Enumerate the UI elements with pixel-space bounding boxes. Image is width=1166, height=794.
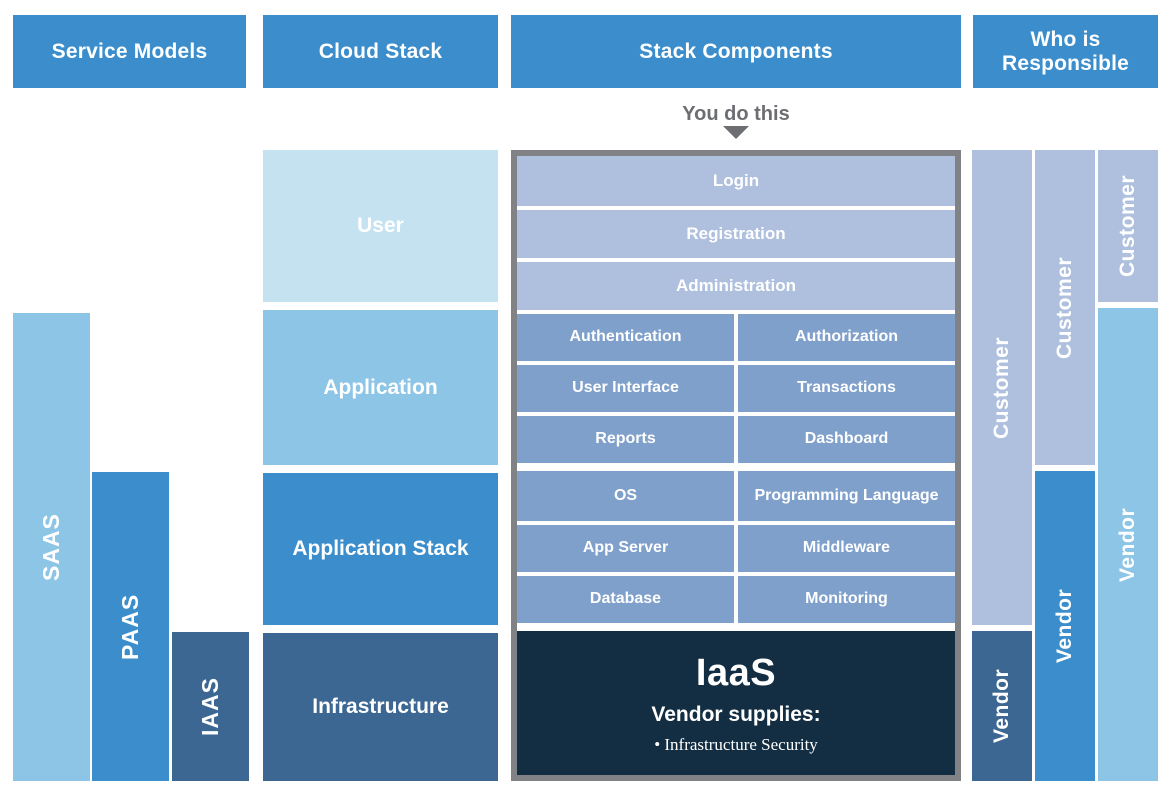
header-stack-components: Stack Components — [511, 15, 961, 88]
stack-component-authorization: Authorization — [738, 314, 955, 361]
responsibility-paas-vendor-label: Vendor — [1053, 588, 1076, 664]
stack-component-reports: Reports — [517, 416, 734, 463]
stack-component-monitoring: Monitoring — [738, 576, 955, 623]
header-cloud-stack: Cloud Stack — [263, 15, 498, 88]
stack-component-administration: Administration — [517, 262, 955, 310]
responsibility-paas-customer: Customer — [1035, 150, 1095, 465]
responsibility-iaas-customer: Customer — [1098, 150, 1158, 302]
stack-component-programming-language-label: Programming Language — [754, 486, 939, 504]
cloud-stack-layer-user-label: User — [357, 214, 404, 238]
stack-component-user-interface: User Interface — [517, 365, 734, 412]
cloud-stack-layer-application-stack-label: Application Stack — [292, 537, 469, 561]
stack-component-login-label: Login — [712, 171, 760, 190]
you-do-this-label: You do this — [682, 102, 790, 125]
service-model-bar-saas: SAAS — [13, 313, 90, 781]
stack-component-dashboard-label: Dashboard — [804, 430, 889, 448]
header-service-models: Service Models — [13, 15, 246, 88]
iaas-subtitle: Vendor supplies: — [651, 702, 821, 726]
stack-component-row-ui: User Interface Transactions — [517, 365, 955, 412]
service-model-bar-paas: PAAS — [92, 472, 169, 781]
stack-component-programming-language: Programming Language — [738, 471, 955, 521]
stack-component-row-os: OS Programming Language — [517, 471, 955, 521]
header-who-is-responsible: Who is Responsible — [973, 15, 1158, 88]
responsibility-saas-vendor: Vendor — [972, 631, 1032, 781]
service-model-bar-iaas: IAAS — [172, 632, 249, 781]
responsibility-saas-customer: Customer — [972, 150, 1032, 625]
stack-component-transactions: Transactions — [738, 365, 955, 412]
stack-component-row-auth: Authentication Authorization — [517, 314, 955, 361]
stack-component-user-interface-label: User Interface — [572, 379, 679, 397]
responsibility-saas-vendor-label: Vendor — [990, 668, 1013, 744]
responsibility-iaas-customer-label: Customer — [1116, 174, 1139, 278]
cloud-stack-layer-infrastructure-label: Infrastructure — [312, 695, 449, 719]
stack-component-app-server: App Server — [517, 525, 734, 572]
cloud-stack-layer-application-stack: Application Stack — [263, 473, 498, 625]
stack-component-registration-label: Registration — [686, 224, 786, 243]
iaas-title: IaaS — [695, 651, 777, 694]
stack-component-registration: Registration — [517, 210, 955, 258]
responsibility-paas-customer-label: Customer — [1053, 256, 1076, 359]
stack-components-list: Login Registration Administration Authen… — [517, 156, 955, 775]
stack-component-middleware-label: Middleware — [802, 539, 891, 557]
stack-component-row-reports: Reports Dashboard — [517, 416, 955, 463]
service-model-bar-iaas-label: IAAS — [197, 677, 223, 736]
responsibility-iaas-vendor-label: Vendor — [1116, 507, 1139, 582]
stack-components-panel: Login Registration Administration Authen… — [511, 150, 961, 781]
cloud-stack-layer-user: User — [263, 150, 498, 302]
stack-component-dashboard: Dashboard — [738, 416, 955, 463]
header-stack-components-label: Stack Components — [639, 39, 833, 63]
cloud-stack-layer-infrastructure: Infrastructure — [263, 633, 498, 781]
stack-component-administration-label: Administration — [676, 276, 796, 295]
service-model-bar-saas-label: SAAS — [38, 513, 64, 581]
you-do-this-callout: You do this — [511, 99, 961, 129]
stack-component-app-server-label: App Server — [582, 539, 669, 557]
header-cloud-stack-label: Cloud Stack — [318, 39, 443, 63]
stack-component-transactions-label: Transactions — [797, 379, 896, 397]
iaas-bullet-item: Infrastructure Security — [654, 735, 817, 755]
stack-component-os: OS — [517, 471, 734, 521]
stack-component-authentication: Authentication — [517, 314, 734, 361]
cloud-stack-layer-application-label: Application — [323, 375, 438, 399]
diagram-canvas: Service Models Cloud Stack Stack Compone… — [0, 0, 1166, 794]
stack-component-reports-label: Reports — [595, 430, 656, 448]
header-who-is-responsible-label: Who is Responsible — [1001, 27, 1130, 75]
responsibility-iaas-vendor: Vendor — [1098, 308, 1158, 781]
service-model-bar-paas-label: PAAS — [117, 593, 143, 660]
stack-component-login: Login — [517, 156, 955, 206]
stack-component-database: Database — [517, 576, 734, 623]
stack-component-middleware: Middleware — [738, 525, 955, 572]
cloud-stack-layer-application: Application — [263, 310, 498, 465]
triangle-down-icon — [723, 126, 749, 139]
iaas-panel: IaaS Vendor supplies: Infrastructure Sec… — [517, 631, 955, 775]
stack-component-row-database: Database Monitoring — [517, 576, 955, 623]
stack-component-monitoring-label: Monitoring — [805, 590, 888, 608]
stack-component-database-label: Database — [589, 590, 662, 608]
stack-component-authentication-label: Authentication — [569, 328, 682, 346]
stack-component-authorization-label: Authorization — [794, 328, 899, 346]
responsibility-saas-customer-label: Customer — [990, 336, 1013, 439]
header-service-models-label: Service Models — [51, 39, 208, 63]
stack-component-row-app-server: App Server Middleware — [517, 525, 955, 572]
stack-component-os-label: OS — [613, 486, 638, 504]
responsibility-paas-vendor: Vendor — [1035, 471, 1095, 781]
